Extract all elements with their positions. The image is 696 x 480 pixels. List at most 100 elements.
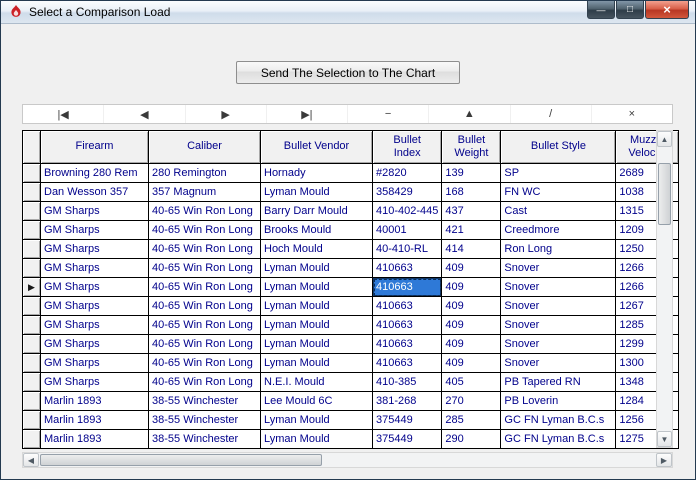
send-selection-button[interactable]: Send The Selection to The Chart [236,61,460,84]
post-edit-button[interactable]: / [511,105,592,123]
cell-caliber[interactable]: 280 Remington [149,164,261,183]
cell-bullet-weight[interactable]: 437 [442,202,501,221]
cell-bullet-weight[interactable]: 409 [442,278,501,297]
cell-bullet-style[interactable]: Snover [501,335,616,354]
cell-firearm[interactable]: GM Sharps [41,373,149,392]
cell-firearm[interactable]: Marlin 1893 [41,392,149,411]
cell-bullet-index[interactable]: 410-402-445 [373,202,442,221]
cell-bullet-weight[interactable]: 409 [442,335,501,354]
cell-bullet-vendor[interactable]: N.E.I. Mould [261,373,373,392]
cell-bullet-weight[interactable]: 409 [442,316,501,335]
vertical-scroll-track[interactable] [657,147,672,431]
cell-caliber[interactable]: 40-65 Win Ron Long [149,335,261,354]
cell-bullet-index[interactable]: #2820 [373,164,442,183]
cell-bullet-weight[interactable]: 414 [442,240,501,259]
last-record-button[interactable]: ▶| [267,105,348,123]
cell-firearm[interactable]: Dan Wesson 357 [41,183,149,202]
first-record-button[interactable]: |◀ [23,105,104,123]
cell-bullet-index[interactable]: 410-385 [373,373,442,392]
cell-bullet-weight[interactable]: 270 [442,392,501,411]
cell-firearm[interactable]: GM Sharps [41,297,149,316]
cell-bullet-style[interactable]: FN WC [501,183,616,202]
cell-bullet-style[interactable]: Snover [501,278,616,297]
cell-firearm[interactable]: Marlin 1893 [41,430,149,449]
scroll-down-arrow-icon[interactable]: ▼ [657,431,672,447]
cell-bullet-vendor[interactable]: Lyman Mould [261,411,373,430]
cell-bullet-vendor[interactable]: Lyman Mould [261,297,373,316]
cell-caliber[interactable]: 38-55 Winchester [149,392,261,411]
cell-bullet-vendor[interactable]: Lyman Mould [261,278,373,297]
cell-bullet-weight[interactable]: 168 [442,183,501,202]
horizontal-scroll-thumb[interactable] [40,454,322,466]
cell-bullet-weight[interactable]: 285 [442,411,501,430]
cell-bullet-index[interactable]: 410663 [373,259,442,278]
cell-bullet-weight[interactable]: 405 [442,373,501,392]
cell-bullet-index[interactable]: 40001 [373,221,442,240]
cell-caliber[interactable]: 38-55 Winchester [149,411,261,430]
cell-caliber[interactable]: 40-65 Win Ron Long [149,259,261,278]
cell-bullet-style[interactable]: Snover [501,297,616,316]
cell-bullet-index[interactable]: 375449 [373,411,442,430]
scroll-up-arrow-icon[interactable]: ▲ [657,131,672,147]
cell-bullet-index[interactable]: 40-410-RL [373,240,442,259]
cell-bullet-index[interactable]: 381-268 [373,392,442,411]
cell-bullet-index[interactable]: 410663 [373,335,442,354]
cell-bullet-style[interactable]: Cast [501,202,616,221]
cell-bullet-style[interactable]: Snover [501,259,616,278]
delete-record-button[interactable]: − [348,105,429,123]
cell-bullet-vendor[interactable]: Lyman Mould [261,183,373,202]
cell-bullet-style[interactable]: GC FN Lyman B.C.s [501,430,616,449]
cell-bullet-weight[interactable]: 409 [442,297,501,316]
cell-bullet-vendor[interactable]: Lyman Mould [261,335,373,354]
vertical-scroll-thumb[interactable] [658,163,671,225]
cell-bullet-weight[interactable]: 421 [442,221,501,240]
cell-bullet-style[interactable]: PB Loverin [501,392,616,411]
cell-bullet-vendor[interactable]: Lyman Mould [261,354,373,373]
maximize-button[interactable]: □ [616,1,644,19]
cell-caliber[interactable]: 40-65 Win Ron Long [149,297,261,316]
next-record-button[interactable]: ▶ [186,105,267,123]
cell-bullet-index[interactable]: 358429 [373,183,442,202]
cell-firearm[interactable]: GM Sharps [41,202,149,221]
close-button[interactable]: × [645,1,689,19]
cell-bullet-index[interactable]: 410663 [373,297,442,316]
cell-bullet-weight[interactable]: 409 [442,354,501,373]
cell-firearm[interactable]: GM Sharps [41,335,149,354]
cell-bullet-vendor[interactable]: Lyman Mould [261,430,373,449]
cell-caliber[interactable]: 40-65 Win Ron Long [149,278,261,297]
cell-bullet-style[interactable]: Ron Long [501,240,616,259]
cell-bullet-style[interactable]: GC FN Lyman B.C.s [501,411,616,430]
cancel-edit-button[interactable]: × [592,105,672,123]
cell-firearm[interactable]: GM Sharps [41,259,149,278]
cell-caliber[interactable]: 40-65 Win Ron Long [149,316,261,335]
scroll-left-arrow-icon[interactable]: ◀ [23,453,39,467]
scroll-right-arrow-icon[interactable]: ▶ [656,453,672,467]
cell-bullet-index[interactable]: 375449 [373,430,442,449]
cell-firearm[interactable]: GM Sharps [41,221,149,240]
cell-firearm[interactable]: GM Sharps [41,240,149,259]
cell-firearm[interactable]: Marlin 1893 [41,411,149,430]
selected-cell[interactable]: 410663 [373,278,442,297]
cell-bullet-weight[interactable]: 409 [442,259,501,278]
cell-bullet-vendor[interactable]: Lyman Mould [261,259,373,278]
cell-bullet-style[interactable]: Creedmore [501,221,616,240]
cell-bullet-index[interactable]: 410663 [373,354,442,373]
cell-bullet-vendor[interactable]: Barry Darr Mould [261,202,373,221]
cell-firearm[interactable]: Browning 280 Rem [41,164,149,183]
cell-caliber[interactable]: 40-65 Win Ron Long [149,202,261,221]
cell-bullet-vendor[interactable]: Hoch Mould [261,240,373,259]
cell-bullet-vendor[interactable]: Lyman Mould [261,316,373,335]
cell-caliber[interactable]: 38-55 Winchester [149,430,261,449]
cell-bullet-vendor[interactable]: Lee Mould 6C [261,392,373,411]
cell-bullet-style[interactable]: Snover [501,354,616,373]
cell-firearm[interactable]: GM Sharps [41,316,149,335]
horizontal-scroll-track[interactable] [39,453,656,467]
cell-caliber[interactable]: 357 Magnum [149,183,261,202]
cell-firearm[interactable]: GM Sharps [41,278,149,297]
cell-caliber[interactable]: 40-65 Win Ron Long [149,221,261,240]
cell-firearm[interactable]: GM Sharps [41,354,149,373]
cell-bullet-style[interactable]: SP [501,164,616,183]
prior-record-button[interactable]: ◀ [104,105,185,123]
cell-caliber[interactable]: 40-65 Win Ron Long [149,240,261,259]
cell-bullet-style[interactable]: PB Tapered RN [501,373,616,392]
